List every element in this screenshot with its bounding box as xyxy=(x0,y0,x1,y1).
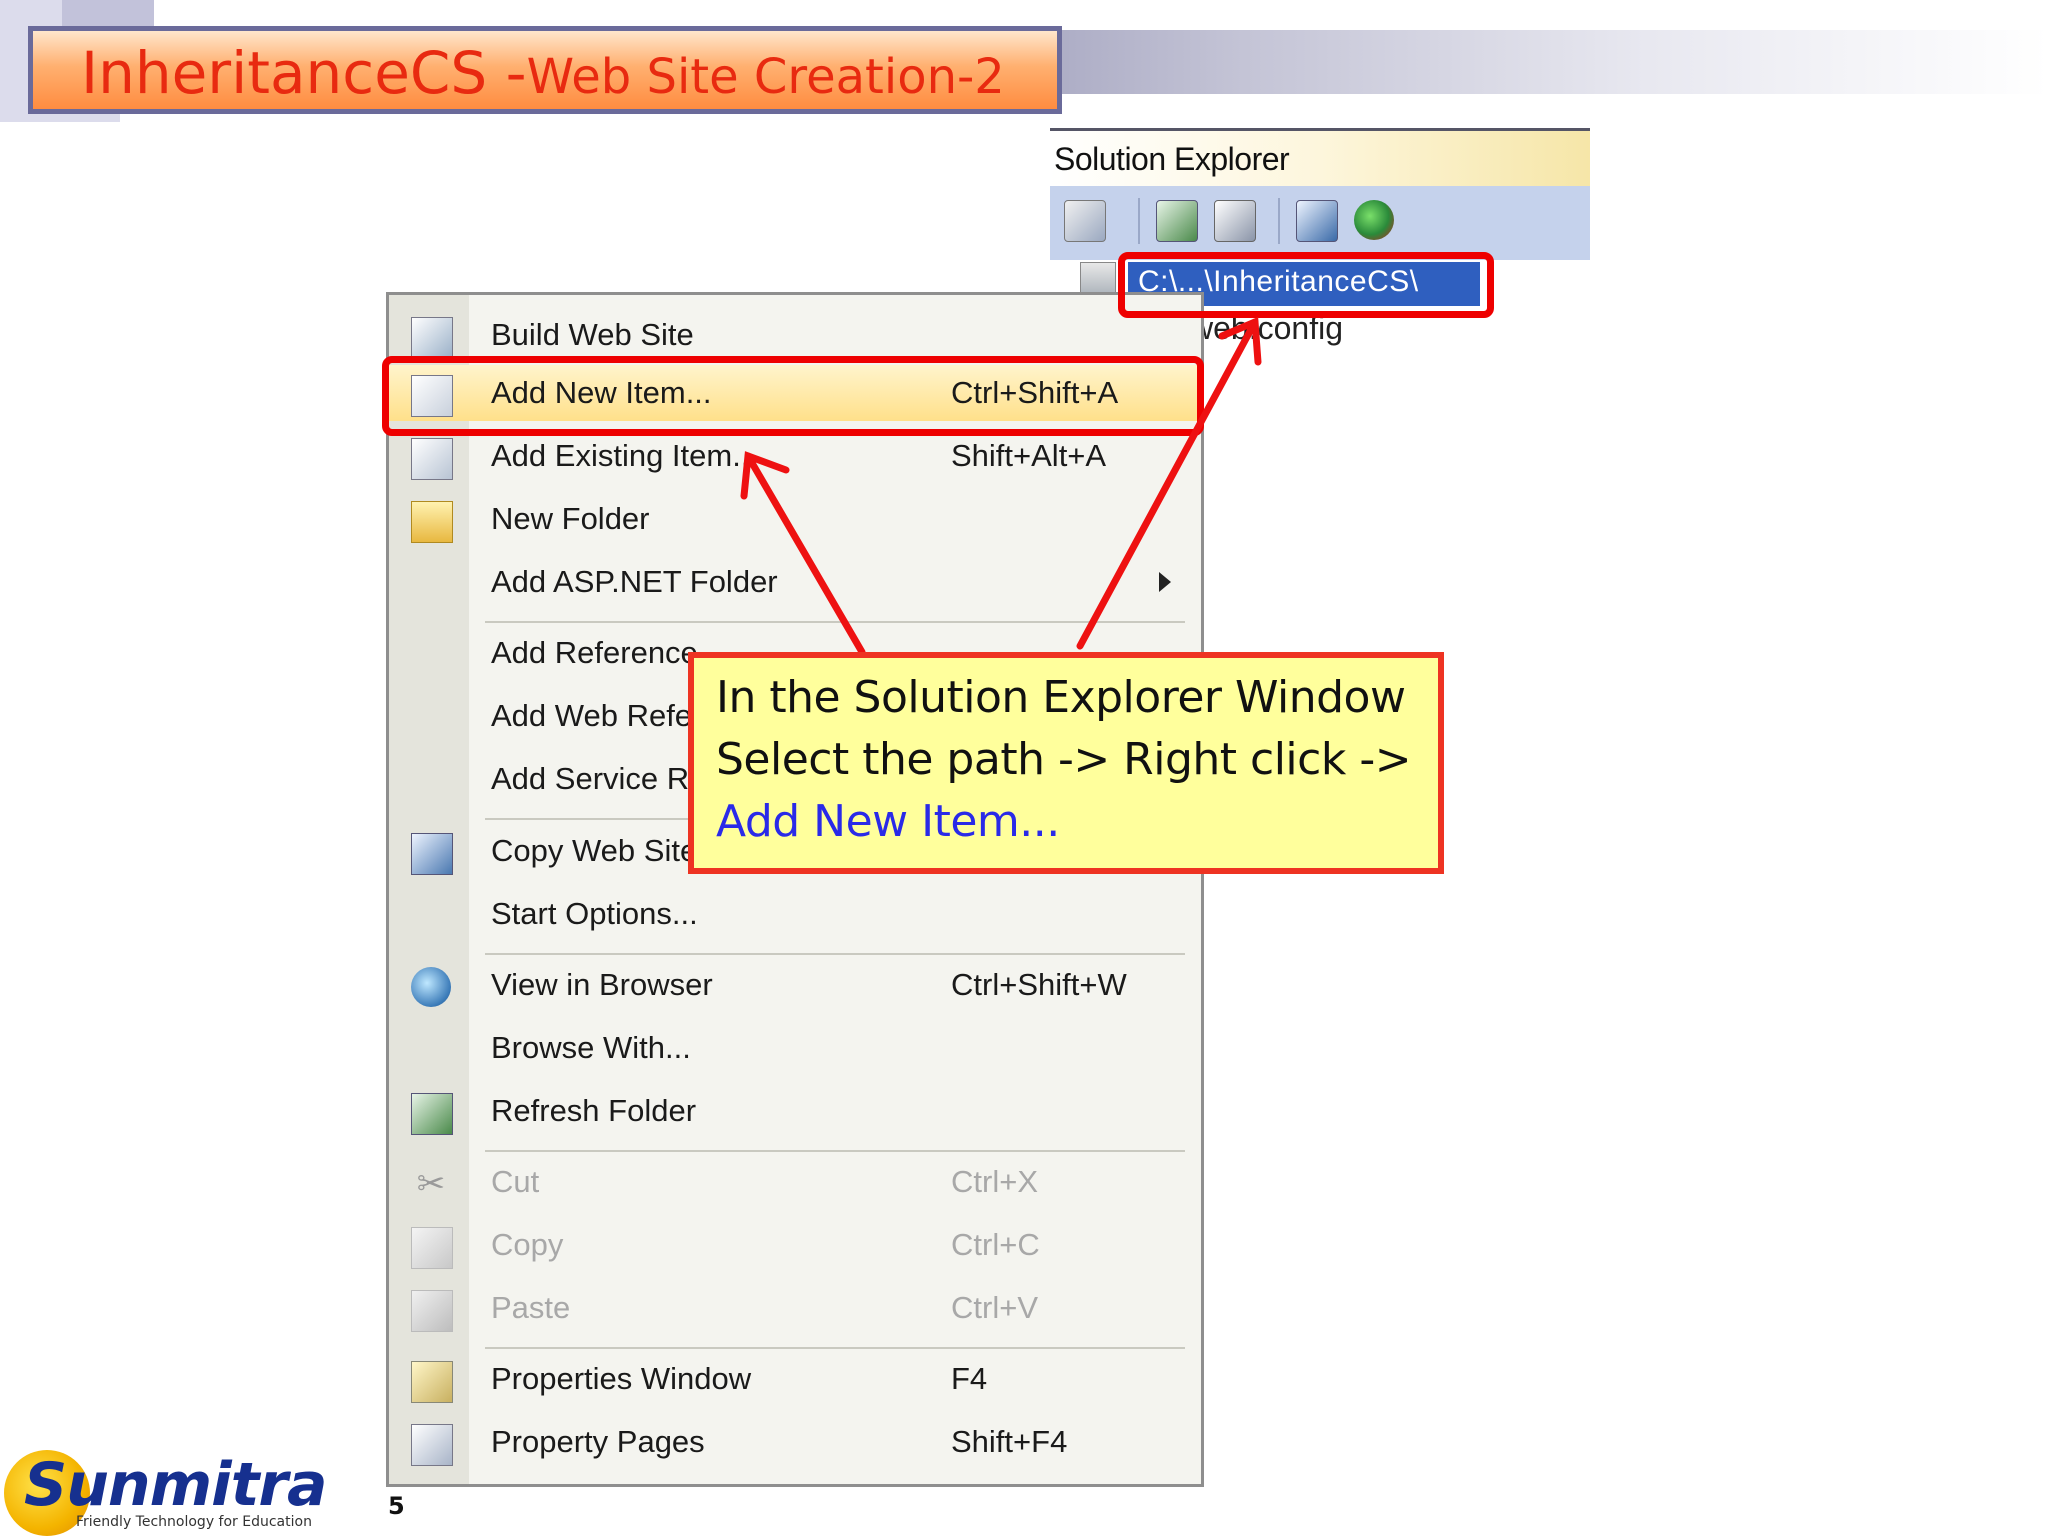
menu-item-shortcut: Ctrl+Shift+W xyxy=(951,967,1127,1002)
menu-item-properties-window[interactable]: Properties Window F4 xyxy=(389,1351,1201,1407)
menu-separator xyxy=(485,1150,1185,1152)
menu-item-shortcut: Shift+F4 xyxy=(951,1424,1068,1459)
properties-window-icon xyxy=(411,1361,453,1403)
menu-item-label: Start Options... xyxy=(491,896,698,931)
page-number: 5 xyxy=(388,1492,405,1520)
highlight-add-new-item xyxy=(382,356,1204,436)
menu-item-label: Cut xyxy=(491,1164,540,1199)
paste-icon xyxy=(411,1290,453,1332)
logo-wordmark: Sunmitra xyxy=(24,1450,327,1520)
callout-line-3: Add New Item... xyxy=(716,796,1060,847)
view-in-browser-icon xyxy=(411,967,451,1007)
property-pages-icon xyxy=(411,1424,453,1466)
cut-icon: ✂ xyxy=(416,1164,446,1204)
solution-explorer-toolbar xyxy=(1050,186,1590,260)
copy-website-icon[interactable] xyxy=(1296,200,1338,242)
build-icon xyxy=(411,317,453,359)
menu-item-browse-with[interactable]: Browse With... xyxy=(389,1020,1201,1076)
copy-icon xyxy=(411,1227,453,1269)
logo-tagline: Friendly Technology for Education xyxy=(76,1514,312,1530)
menu-item-label: Property Pages xyxy=(491,1424,705,1459)
submenu-arrow-icon xyxy=(1159,572,1171,592)
asp-config-icon[interactable] xyxy=(1354,200,1394,240)
title-gradient-strip xyxy=(900,30,2048,94)
menu-separator xyxy=(485,1347,1185,1349)
refresh-icon[interactable] xyxy=(1156,200,1198,242)
menu-item-label: Add Existing Item... xyxy=(491,438,759,473)
menu-item-refresh-folder[interactable]: Refresh Folder xyxy=(389,1083,1201,1139)
menu-item-start-options[interactable]: Start Options... xyxy=(389,886,1201,942)
menu-item-add-existing-item[interactable]: Add Existing Item... Shift+Alt+A xyxy=(389,428,1201,484)
menu-separator xyxy=(485,621,1185,623)
menu-item-label: Copy xyxy=(491,1227,564,1262)
menu-item-label: Paste xyxy=(491,1290,571,1325)
sunmitra-logo: Sunmitra Friendly Technology for Educati… xyxy=(4,1450,327,1536)
slide-title: InheritanceCS -Web Site Creation-2 xyxy=(81,39,1005,107)
copy-website-icon xyxy=(411,833,453,875)
callout-line-2: Select the path -> Right click -> xyxy=(716,734,1412,785)
menu-item-build-web-site[interactable]: Build Web Site xyxy=(389,307,1201,363)
menu-item-shortcut: Shift+Alt+A xyxy=(951,438,1107,473)
menu-item-label: Build Web Site xyxy=(491,317,694,352)
menu-item-label: View in Browser xyxy=(491,967,713,1002)
slide-title-sub: Web Site Creation-2 xyxy=(526,49,1005,105)
solution-explorer-panel: Solution Explorer xyxy=(1050,128,1590,260)
menu-item-label: Browse With... xyxy=(491,1030,691,1065)
refresh-icon xyxy=(411,1093,453,1135)
slide-title-box: InheritanceCS -Web Site Creation-2 xyxy=(28,26,1062,114)
menu-item-add-aspnet-folder[interactable]: Add ASP.NET Folder xyxy=(389,554,1201,610)
menu-item-label: Refresh Folder xyxy=(491,1093,697,1128)
slide-title-main: InheritanceCS - xyxy=(81,39,527,107)
menu-item-shortcut: Ctrl+C xyxy=(951,1227,1040,1262)
menu-item-property-pages[interactable]: Property Pages Shift+F4 xyxy=(389,1414,1201,1470)
instruction-callout: In the Solution Explorer Window Select t… xyxy=(688,652,1444,874)
highlight-selected-path xyxy=(1118,252,1494,318)
menu-item-paste[interactable]: Paste Ctrl+V xyxy=(389,1280,1201,1336)
add-existing-item-icon xyxy=(411,438,453,480)
menu-item-new-folder[interactable]: New Folder xyxy=(389,491,1201,547)
menu-separator xyxy=(485,953,1185,955)
menu-item-shortcut: Ctrl+X xyxy=(951,1164,1038,1199)
callout-line-1: In the Solution Explorer Window xyxy=(716,672,1406,723)
solution-explorer-title: Solution Explorer xyxy=(1054,141,1290,177)
menu-item-shortcut: Ctrl+V xyxy=(951,1290,1038,1325)
menu-item-cut[interactable]: ✂ Cut Ctrl+X xyxy=(389,1154,1201,1210)
toolbar-separator xyxy=(1278,198,1280,244)
menu-item-shortcut: F4 xyxy=(951,1361,988,1396)
folder-icon xyxy=(411,501,453,543)
nest-files-icon[interactable] xyxy=(1214,200,1256,242)
menu-item-label: Properties Window xyxy=(491,1361,752,1396)
menu-item-label: Add ASP.NET Folder xyxy=(491,564,778,599)
properties-icon[interactable] xyxy=(1064,200,1106,242)
solution-explorer-titlebar: Solution Explorer xyxy=(1050,131,1590,186)
menu-item-copy[interactable]: Copy Ctrl+C xyxy=(389,1217,1201,1273)
context-menu: Build Web Site Add New Item... Ctrl+Shif… xyxy=(386,292,1204,1487)
menu-item-view-in-browser[interactable]: View in Browser Ctrl+Shift+W xyxy=(389,957,1201,1013)
toolbar-separator xyxy=(1138,198,1140,244)
menu-item-label: New Folder xyxy=(491,501,650,536)
